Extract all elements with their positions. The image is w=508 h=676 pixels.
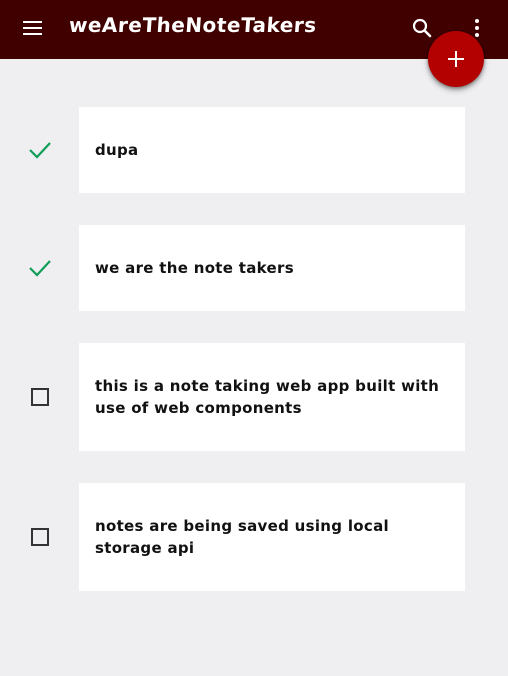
check-done-icon[interactable] bbox=[26, 254, 54, 282]
menu-icon[interactable] bbox=[22, 18, 44, 38]
note-item: we are the note takers bbox=[0, 225, 508, 311]
note-text: this is a note taking web app built with… bbox=[95, 377, 440, 417]
note-item: dupa bbox=[0, 107, 508, 193]
checkbox-empty-icon[interactable] bbox=[26, 383, 54, 411]
search-icon[interactable] bbox=[410, 16, 434, 40]
note-card[interactable]: this is a note taking web app built with… bbox=[79, 343, 465, 451]
note-card[interactable]: notes are being saved using local storag… bbox=[79, 483, 465, 591]
note-card[interactable]: we are the note takers bbox=[79, 225, 465, 311]
note-card[interactable]: dupa bbox=[79, 107, 465, 193]
note-text: we are the note takers bbox=[95, 259, 294, 277]
note-text: notes are being saved using local storag… bbox=[95, 517, 389, 557]
app-title: weAreTheNoteTakers bbox=[68, 13, 318, 37]
note-item: this is a note taking web app built with… bbox=[0, 343, 508, 451]
check-done-icon[interactable] bbox=[26, 136, 54, 164]
add-note-button[interactable] bbox=[428, 31, 484, 87]
note-item: notes are being saved using local storag… bbox=[0, 483, 508, 591]
checkbox-empty-icon[interactable] bbox=[26, 523, 54, 551]
note-text: dupa bbox=[95, 141, 139, 159]
plus-icon bbox=[448, 51, 464, 67]
